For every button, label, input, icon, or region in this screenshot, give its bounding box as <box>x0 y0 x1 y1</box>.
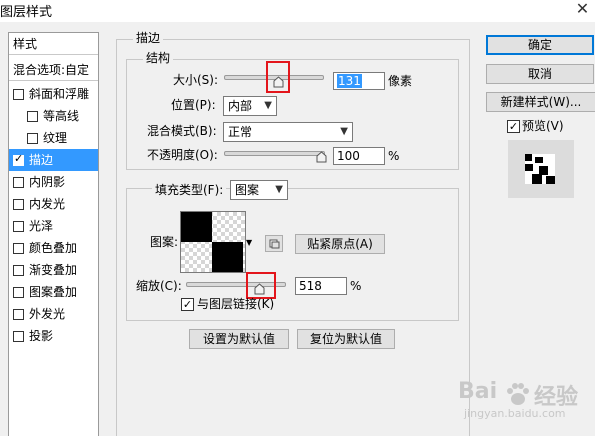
blend-options-item[interactable]: 混合选项:自定 <box>9 59 98 81</box>
opacity-slider-track[interactable] <box>224 151 325 156</box>
satin-checkbox[interactable] <box>13 221 24 232</box>
sidebar-item-label: 投影 <box>29 329 54 343</box>
scale-unit: % <box>350 279 362 293</box>
opacity-slider-thumb[interactable] <box>316 151 327 163</box>
sidebar-item-inner-glow[interactable]: 内发光 <box>9 193 98 215</box>
watermark-brand: Bai <box>458 379 498 404</box>
stroke-section-title: 描边 <box>133 31 164 45</box>
set-default-button[interactable]: 设置为默认值 <box>189 329 289 349</box>
pattern-picker-chevron-icon[interactable]: ▼ <box>246 238 252 247</box>
position-value: 内部 <box>228 99 253 113</box>
opacity-input[interactable]: 100 <box>333 147 385 165</box>
ok-button[interactable]: 确定 <box>486 35 594 55</box>
size-label: 大小(S): <box>173 73 219 87</box>
new-preset-button[interactable] <box>265 235 283 252</box>
size-input[interactable]: 131 <box>333 72 385 90</box>
drop-shadow-checkbox[interactable] <box>13 331 24 342</box>
reset-default-button[interactable]: 复位为默认值 <box>297 329 395 349</box>
style-list-header: 样式 <box>9 33 98 55</box>
window-title: 图层样式 <box>0 5 53 20</box>
scale-label: 缩放(C): <box>136 279 182 293</box>
sidebar-item-gradient-overlay[interactable]: 渐变叠加 <box>9 259 98 281</box>
new-preset-icon <box>269 239 280 249</box>
size-value: 131 <box>337 74 362 88</box>
sidebar-item-label: 渐变叠加 <box>29 263 78 277</box>
snap-to-origin-button[interactable]: 贴紧原点(A) <box>295 234 385 254</box>
sidebar-item-label: 内阴影 <box>29 175 66 189</box>
sidebar-item-label: 颜色叠加 <box>29 241 78 255</box>
inner-shadow-checkbox[interactable] <box>13 177 24 188</box>
sidebar-item-color-overlay[interactable]: 颜色叠加 <box>9 237 98 259</box>
sidebar-item-contour[interactable]: 等高线 <box>9 105 98 127</box>
pattern-black-cell <box>181 212 212 242</box>
opacity-label: 不透明度(O): <box>147 148 218 162</box>
position-select[interactable]: 内部 ▼ <box>223 96 277 116</box>
fill-group <box>126 188 459 321</box>
preview-thumbnail <box>508 140 574 198</box>
sidebar-item-stroke[interactable]: ✓ 描边 <box>9 149 98 171</box>
pattern-swatch[interactable] <box>180 211 246 273</box>
size-slider-highlight <box>266 61 290 93</box>
chevron-down-icon: ▼ <box>340 126 348 137</box>
sidebar-item-label: 外发光 <box>29 307 66 321</box>
link-with-layer-label: 与图层链接(K) <box>197 297 275 311</box>
pattern-label: 图案: <box>150 235 179 249</box>
sidebar-item-label: 斜面和浮雕 <box>29 87 90 101</box>
sidebar-item-outer-glow[interactable]: 外发光 <box>9 303 98 325</box>
structure-legend: 结构 <box>143 51 174 65</box>
bevel-emboss-checkbox[interactable] <box>13 89 24 100</box>
preview-thumbnail-image <box>525 154 555 184</box>
position-label: 位置(P): <box>171 98 216 112</box>
watermark-url: jingyan.baidu.com <box>464 407 566 420</box>
sidebar-item-label: 纹理 <box>43 131 68 145</box>
fill-type-select[interactable]: 图案 ▼ <box>230 180 288 200</box>
paw-icon <box>507 383 529 405</box>
stroke-checkbox[interactable]: ✓ <box>13 152 24 166</box>
sidebar-item-satin[interactable]: 光泽 <box>9 215 98 237</box>
outer-glow-checkbox[interactable] <box>13 309 24 320</box>
sidebar-item-label: 内发光 <box>29 197 66 211</box>
color-overlay-checkbox[interactable] <box>13 243 24 254</box>
preview-checkbox[interactable]: ✓ <box>507 120 520 133</box>
texture-checkbox[interactable] <box>27 133 38 144</box>
cancel-button[interactable]: 取消 <box>486 64 594 84</box>
close-icon[interactable]: ✕ <box>570 0 595 19</box>
title-bar: 图层样式 ✕ <box>0 0 595 22</box>
sidebar-item-label: 图案叠加 <box>29 285 78 299</box>
fill-type-value: 图案 <box>235 183 260 197</box>
sidebar-item-label: 等高线 <box>43 109 80 123</box>
chevron-down-icon: ▼ <box>275 184 283 195</box>
blend-mode-select[interactable]: 正常 ▼ <box>223 122 353 142</box>
pattern-overlay-checkbox[interactable] <box>13 287 24 298</box>
opacity-unit: % <box>388 149 400 163</box>
preview-label: 预览(V) <box>522 119 564 133</box>
fill-type-label: 填充类型(F): <box>152 181 227 199</box>
new-style-button[interactable]: 新建样式(W)... <box>486 92 595 112</box>
sidebar-item-drop-shadow[interactable]: 投影 <box>9 325 98 347</box>
baidu-watermark: Bai 经验 jingyan.baidu.com <box>448 379 595 433</box>
pattern-black-cell <box>212 242 243 272</box>
sidebar-item-inner-shadow[interactable]: 内阴影 <box>9 171 98 193</box>
scale-input[interactable]: 518 <box>295 277 347 295</box>
inner-glow-checkbox[interactable] <box>13 199 24 210</box>
sidebar-item-pattern-overlay[interactable]: 图案叠加 <box>9 281 98 303</box>
link-with-layer-checkbox[interactable]: ✓ <box>181 298 194 311</box>
gradient-overlay-checkbox[interactable] <box>13 265 24 276</box>
blend-mode-label: 混合模式(B): <box>147 124 217 138</box>
sidebar-item-texture[interactable]: 纹理 <box>9 127 98 149</box>
sidebar-item-label: 描边 <box>29 153 54 167</box>
size-unit: 像素 <box>388 74 413 88</box>
opacity-value: 100 <box>337 149 360 163</box>
sidebar-item-label: 光泽 <box>29 219 54 233</box>
check-icon: ✓ <box>14 152 24 165</box>
sidebar-item-bevel-emboss[interactable]: 斜面和浮雕 <box>9 83 98 105</box>
scale-value: 518 <box>299 279 322 293</box>
chevron-down-icon: ▼ <box>264 100 272 111</box>
blend-mode-value: 正常 <box>228 125 253 139</box>
style-list: 样式 混合选项:自定 斜面和浮雕 等高线 纹理 ✓ 描边 内阴影 内发光 光泽 … <box>8 32 99 436</box>
contour-checkbox[interactable] <box>27 111 38 122</box>
